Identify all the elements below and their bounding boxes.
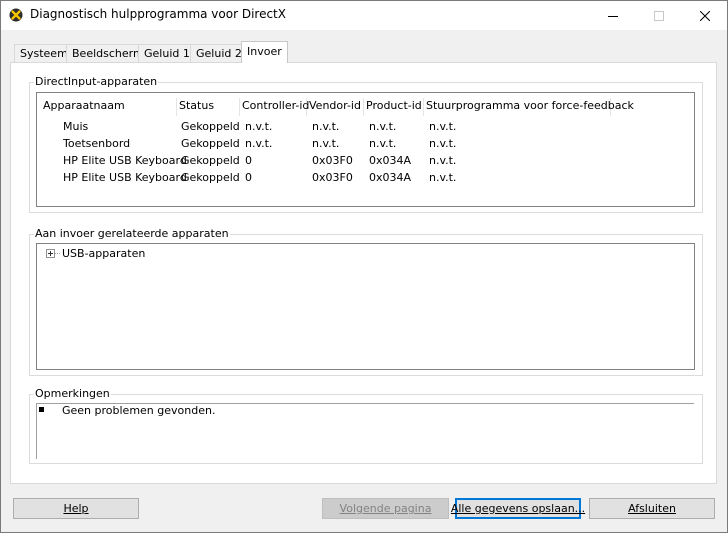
column-header-vendor-id[interactable]: Vendor-id [307,98,364,116]
directx-icon [9,8,23,22]
close-icon [700,10,710,21]
tab-geluid-2[interactable]: Geluid 2 [190,44,248,62]
cell-device-name: HP Elite USB Keyboard [63,154,187,167]
cell-status: Gekoppeld [181,154,240,167]
tree-item-usb-devices[interactable]: USB-apparaten [62,245,145,262]
help-button-label: Help [63,502,89,515]
maximize-icon [654,10,664,21]
cell-device-name: Toetsenbord [63,137,131,150]
cell-device-name: HP Elite USB Keyboard [63,171,187,184]
close-button[interactable] [682,1,728,30]
cell-force-feedback: n.v.t. [429,120,457,133]
save-all-button[interactable]: Alle gegevens opslaan... [451,498,585,519]
column-header-product-id[interactable]: Product-id [364,98,424,116]
related-devices-tree[interactable] [36,243,695,370]
cell-product-id: 0x034A [369,154,412,167]
close-dialog-button[interactable]: Afsluiten [589,498,715,519]
cell-vendor-id: 0x03F0 [312,171,353,184]
next-page-button[interactable]: Volgende pagina [322,498,449,519]
maximize-button[interactable] [636,1,682,30]
save-all-button-label: Alle gegevens opslaan... [450,502,586,515]
plus-box-icon[interactable] [46,249,55,258]
next-page-button-label: Volgende pagina [339,502,432,515]
column-header-controller-id[interactable]: Controller-id [240,98,309,116]
cell-controller-id: 0 [245,171,252,184]
tab-geluid-1[interactable]: Geluid 1 [138,44,196,62]
note-item: Geen problemen gevonden. [62,404,216,417]
close-dialog-button-label: Afsluiten [628,502,676,515]
tree-connector [55,253,61,254]
cell-force-feedback: n.v.t. [429,171,457,184]
directinput-group-label: DirectInput-apparaten [34,75,159,88]
cell-status: Gekoppeld [181,171,240,184]
tab-systeem[interactable]: Systeem [14,44,74,62]
notes-group-label: Opmerkingen [34,387,111,400]
cell-device-name: Muis [63,120,89,133]
cell-controller-id: n.v.t. [245,120,273,133]
window-title: Diagnostisch hulpprogramma voor DirectX [30,7,286,21]
cell-product-id: n.v.t. [369,137,397,150]
cell-vendor-id: 0x03F0 [312,154,353,167]
cell-status: Gekoppeld [181,137,240,150]
cell-force-feedback: n.v.t. [429,154,457,167]
column-header-force-feedback[interactable]: Stuurprogramma voor force-feedback [424,98,634,116]
related-devices-group-label: Aan invoer gerelateerde apparaten [34,227,230,240]
tab-invoer[interactable]: Invoer [241,41,288,63]
minimize-button[interactable] [590,1,636,30]
help-button[interactable]: Help [13,498,139,519]
bullet-icon [39,407,44,412]
cell-vendor-id: n.v.t. [312,120,340,133]
cell-vendor-id: n.v.t. [312,137,340,150]
cell-status: Gekoppeld [181,120,240,133]
cell-controller-id: 0 [245,154,252,167]
column-header-status[interactable]: Status [177,98,240,116]
cell-product-id: 0x034A [369,171,412,184]
column-header-apparaatnaam[interactable]: Apparaatnaam [41,98,177,116]
cell-controller-id: n.v.t. [245,137,273,150]
cell-product-id: n.v.t. [369,120,397,133]
cell-force-feedback: n.v.t. [429,137,457,150]
minimize-icon [608,15,618,17]
